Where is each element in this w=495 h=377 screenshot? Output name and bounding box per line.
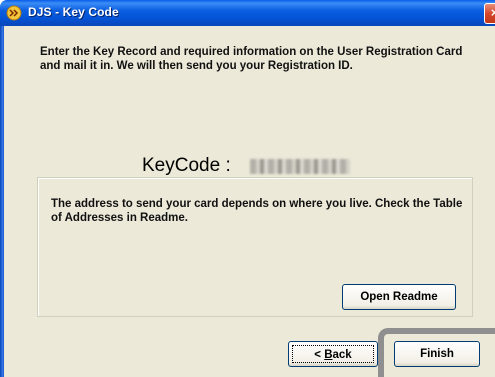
back-focus-rect: < Back <box>292 345 374 363</box>
window-title: DJS - Key Code <box>28 5 119 19</box>
back-prefix: < <box>314 349 325 361</box>
back-rest: ack <box>332 349 352 361</box>
open-readme-button[interactable]: Open Readme <box>342 284 456 310</box>
close-icon: × <box>490 5 495 20</box>
keycode-label: KeyCode : <box>142 155 231 176</box>
open-readme-label: Open Readme <box>360 291 438 303</box>
close-button[interactable]: × <box>484 3 495 24</box>
back-button[interactable]: < Back <box>288 341 378 367</box>
address-note: The address to send your card depends on… <box>51 198 463 224</box>
keycode-value-redacted <box>250 159 350 174</box>
finish-highlight-annotation <box>378 328 495 377</box>
instructions-text: Enter the Key Record and required inform… <box>40 46 463 72</box>
title-bar[interactable]: DJS - Key Code × <box>0 0 495 26</box>
app-icon <box>6 5 22 21</box>
back-accelerator: B <box>324 349 333 361</box>
key-code-dialog: DJS - Key Code × Enter the Key Record an… <box>0 0 495 377</box>
